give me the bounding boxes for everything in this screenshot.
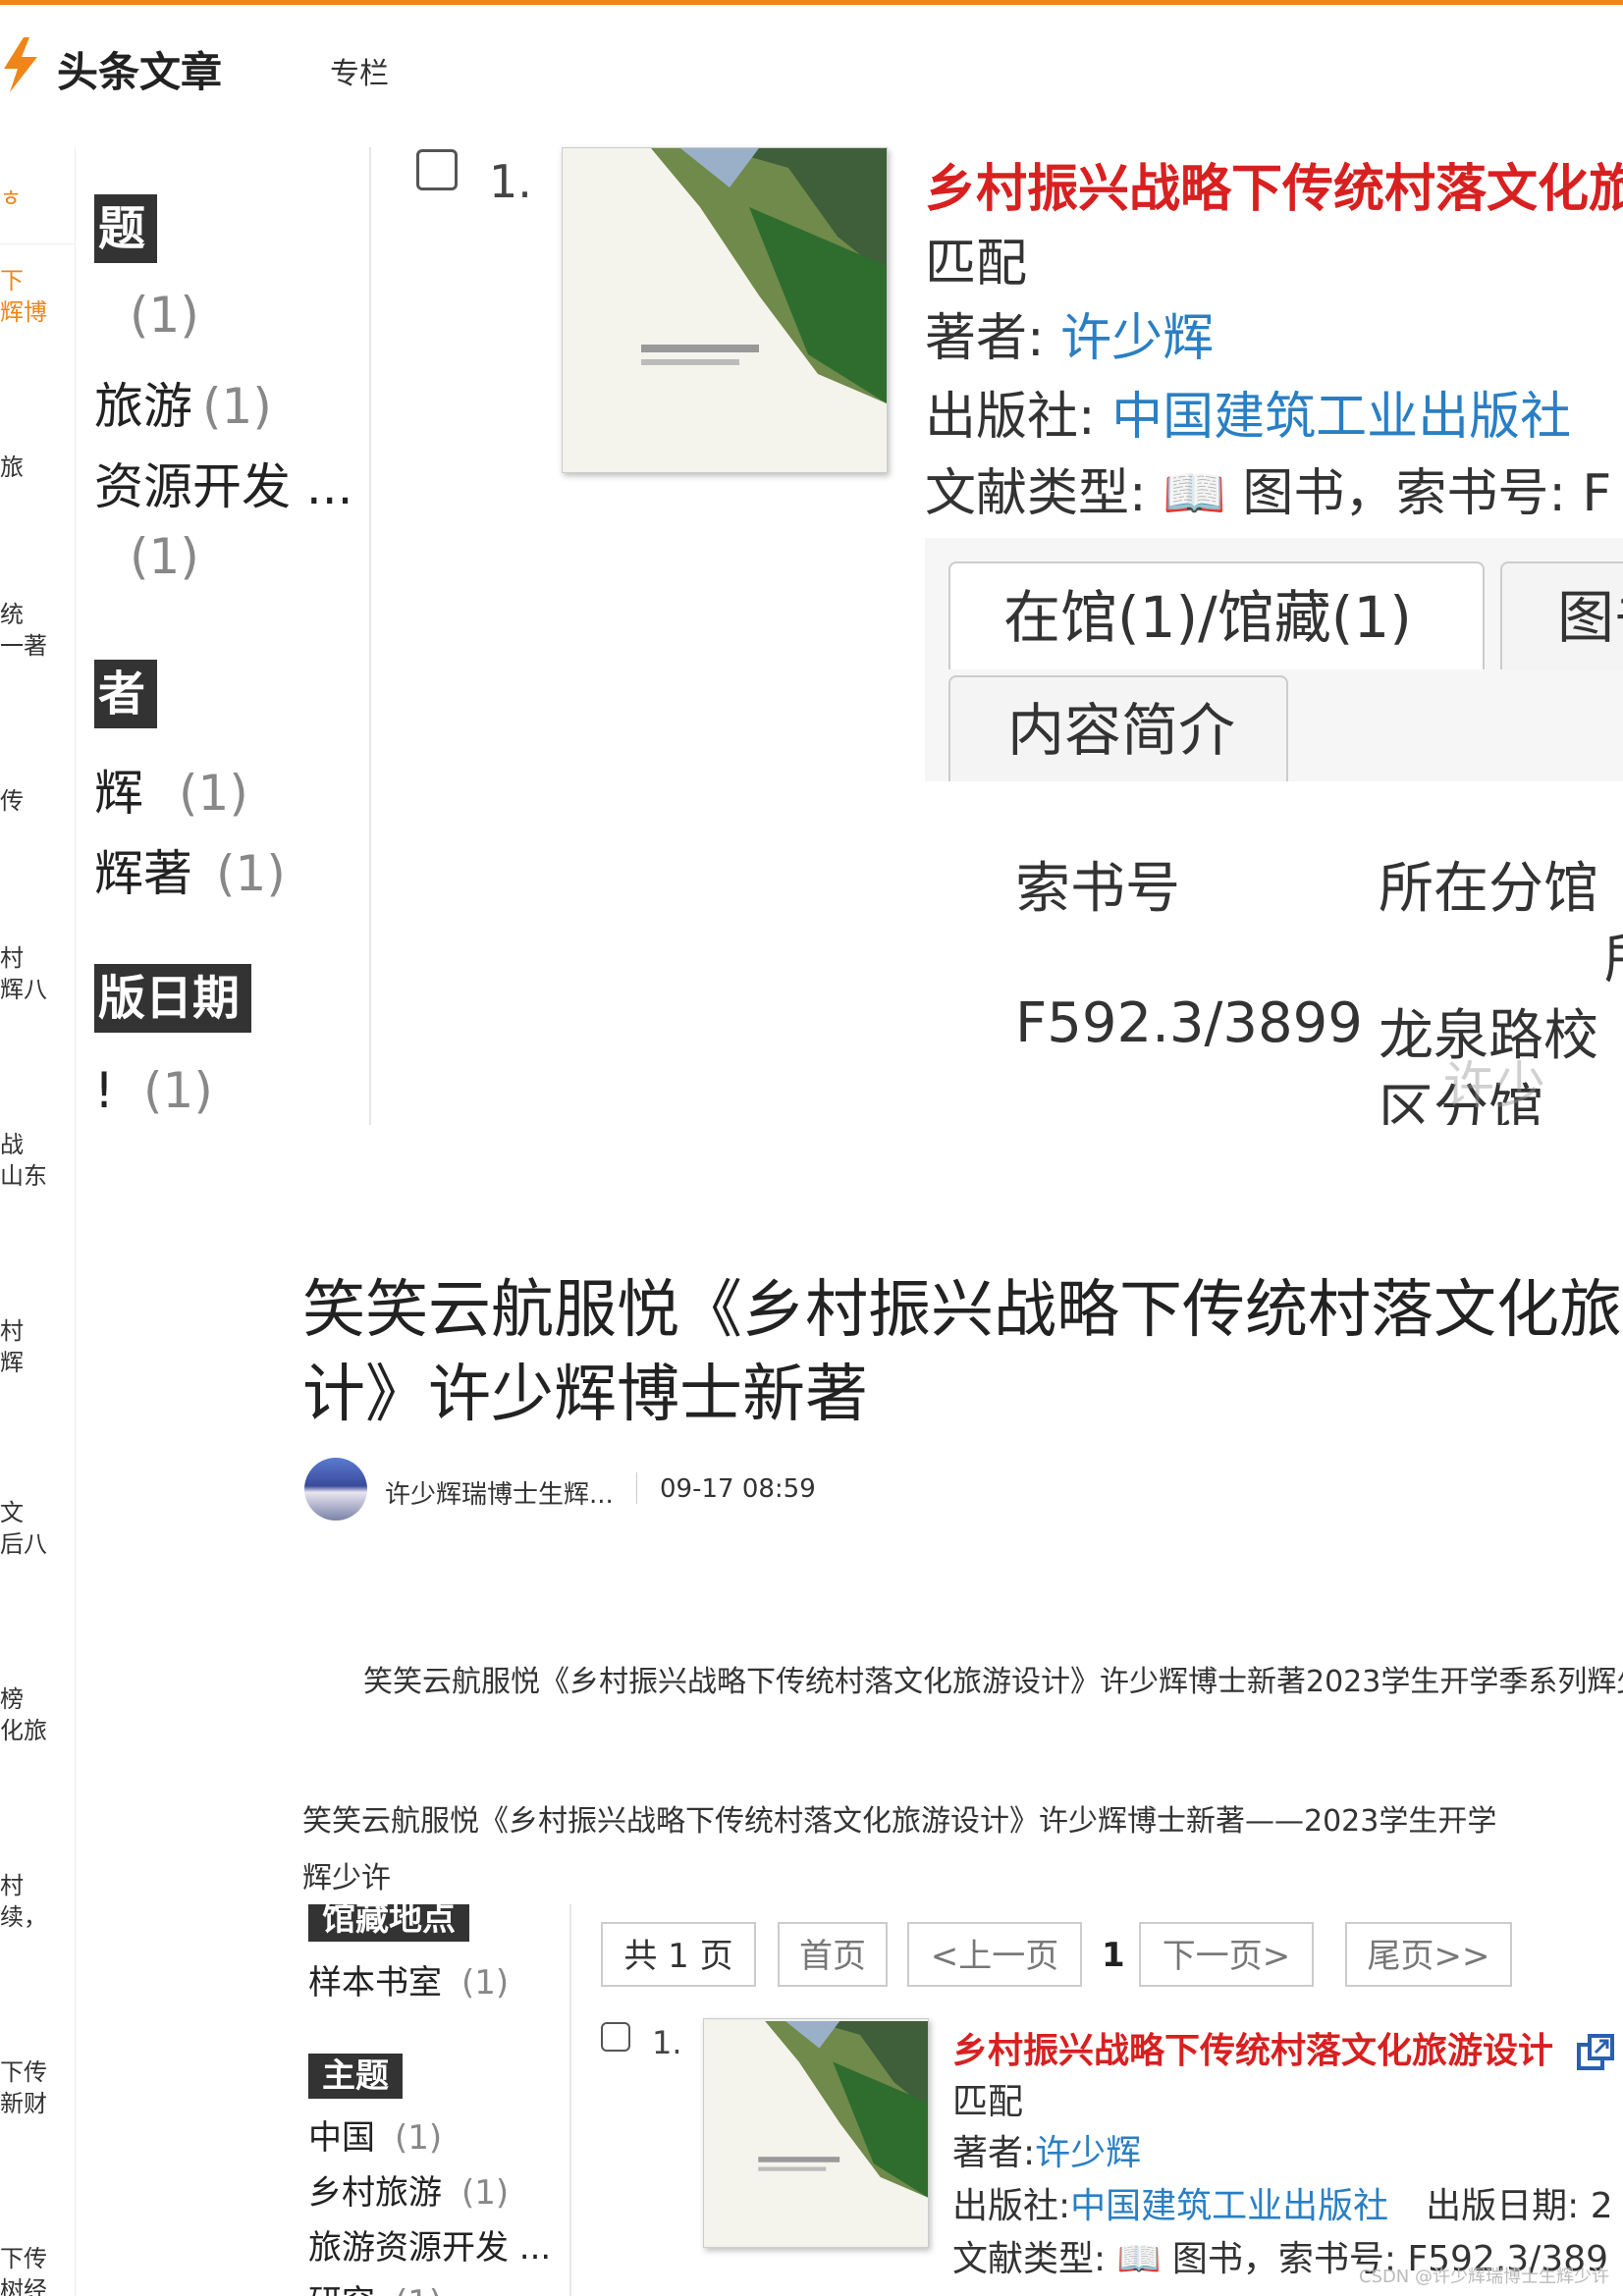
article-list-item[interactable]: 山东 — [0, 1160, 47, 1192]
article-list-item[interactable]: 村 — [0, 1870, 24, 1901]
doc-type-line: 文献类型: 📖 图书，索书号: F — [925, 464, 1612, 523]
article-list-item[interactable]: 化旅 — [0, 1715, 47, 1746]
record-title-link[interactable]: 乡村振兴战略下传统村落文化旅 — [925, 147, 1623, 221]
facet-heading-pubdate: 版日期 — [94, 964, 252, 1033]
record-number: 1. — [489, 155, 532, 208]
article-list-item[interactable]: 树经 — [0, 2274, 47, 2296]
book-cover-art — [563, 148, 887, 472]
article-list-item[interactable]: 一著 — [0, 630, 47, 662]
publisher-link[interactable]: 中国建筑工业出版社 — [1070, 2186, 1388, 2226]
top-accent-bar — [0, 0, 1623, 5]
article-list-item[interactable]: 续， — [0, 1901, 47, 1933]
column-header-callno: 索书号 — [1015, 857, 1180, 921]
book-cover-image[interactable] — [703, 2018, 929, 2248]
current-page: 1 — [1102, 1936, 1125, 1975]
tab-holdings[interactable]: 在馆(1)/馆藏(1) — [948, 561, 1485, 669]
article-list-strip: ㅎ下辉博旅统一著传村辉八战山东村辉文后八榜化旅村续， 下传 新财 下传 树经 — [0, 147, 76, 2296]
article-list-item[interactable]: 文 — [0, 1497, 24, 1528]
facet-heading-subject: 主题 — [308, 2054, 403, 2099]
column-header-branch: 所在分馆 — [1379, 857, 1598, 921]
facet-item[interactable]: 乡村旅游 (1) — [308, 2165, 509, 2214]
lightning-icon — [4, 37, 37, 92]
article-list-item[interactable]: 村 — [0, 942, 24, 974]
facet-column-bottom: 馆藏地点 样本书室 (1) 主题 中国 (1) 乡村旅游 (1) 旅游资源开发 ...… — [295, 1904, 571, 2296]
pubdate-label: 出版日期: 2 — [1426, 2186, 1613, 2226]
author-link[interactable]: 许少辉 — [1060, 309, 1214, 368]
author-line: 著者: 许少辉 — [925, 309, 1215, 368]
article-title: 笑笑云航服悦《乡村振兴战略下传统村落文化旅游 计》许少辉博士新著 — [302, 1274, 1623, 1431]
page-total: 共 1 页 — [601, 1922, 756, 1987]
column-header-extra: 所 — [1604, 915, 1623, 994]
author-link[interactable]: 许少辉 — [1035, 2133, 1141, 2173]
article-list-item[interactable]: 新财 — [0, 2088, 47, 2119]
article-list-item[interactable]: ㅎ — [0, 183, 22, 214]
publisher-link[interactable]: 中国建筑工业出版社 — [1111, 388, 1571, 447]
author-name[interactable]: 许少辉瑞博士生辉... — [385, 1474, 614, 1511]
match-label: 匹配 — [925, 235, 1028, 294]
article-list-item[interactable]: 后八 — [0, 1528, 47, 1560]
facet-heading-subject: 题 — [94, 194, 158, 263]
article-list-item[interactable]: 村 — [0, 1315, 24, 1347]
facet-item[interactable]: 辉著 (1) — [94, 834, 286, 905]
record-title-link[interactable]: 乡村振兴战略下传统村落文化旅游设计 — [952, 2022, 1615, 2073]
image-watermark: 许少 — [1443, 1057, 1546, 1116]
facet-item[interactable]: 研究(1) — [308, 2275, 442, 2296]
book-cover-art — [704, 2021, 928, 2245]
facet-item[interactable]: 辉 (1) — [94, 754, 248, 825]
facet-item[interactable]: 资源开发 ... — [94, 448, 353, 518]
article-list-item[interactable]: 辉八 — [0, 974, 47, 1005]
article-list-item[interactable]: 战 — [0, 1129, 24, 1160]
prev-page-button[interactable]: <上一页 — [907, 1922, 1082, 1987]
book-cover-image[interactable] — [562, 147, 888, 473]
facet-item[interactable]: 样本书室 (1) — [308, 1955, 509, 2003]
author-avatar[interactable] — [304, 1458, 367, 1521]
article-list-item[interactable]: 传 — [0, 785, 24, 817]
article-list-item[interactable]: 下传 — [0, 2056, 47, 2088]
external-link-icon[interactable] — [1576, 2033, 1615, 2072]
facet-item[interactable]: 中国 (1) — [308, 2110, 442, 2159]
article-paragraph: 笑笑云航服悦《乡村振兴战略下传统村落文化旅游设计》许少辉博士新著——2023学生… — [302, 1804, 1497, 1839]
article-list-item[interactable]: 下 — [0, 265, 24, 296]
publish-date: 09-17 08:59 — [660, 1474, 816, 1504]
facet-item[interactable]: (1) — [94, 528, 199, 585]
facet-item[interactable]: 旅游资源开发 ... — [308, 2220, 551, 2269]
publisher-line: 出版社:中国建筑工业出版社 出版日期: 2 — [952, 2186, 1613, 2226]
author-line: 著者:许少辉 — [952, 2133, 1142, 2173]
article-list-item[interactable]: 下传 — [0, 2243, 47, 2274]
facet-item[interactable]: ! (1) — [94, 1062, 213, 1119]
next-page-button[interactable]: 下一页> — [1139, 1922, 1314, 1987]
article-list-item[interactable]: 统 — [0, 599, 24, 630]
record-checkbox[interactable] — [416, 149, 458, 190]
facet-item[interactable]: 旅游 (1) — [94, 367, 272, 438]
article-list-item[interactable]: 榜 — [0, 1683, 24, 1715]
nav-zhuanlan[interactable]: 专栏 — [330, 49, 389, 92]
first-page-button[interactable]: 首页 — [778, 1922, 888, 1987]
meta-divider — [636, 1472, 637, 1504]
article-list-item[interactable]: 旅 — [0, 452, 24, 483]
last-page-button[interactable]: 尾页>> — [1345, 1922, 1512, 1987]
logo-text[interactable]: 头条文章 — [57, 39, 222, 99]
facet-column-top: 题 (1) 旅游 (1) 资源开发 ... (1) 者 辉 (1) 辉著 (1) 版日… — [94, 147, 371, 1125]
record-number: 1. — [652, 2024, 682, 2061]
article-paragraph: 笑笑云航服悦《乡村振兴战略下传统村落文化旅游设计》许少辉博士新著2023学生开学… — [363, 1665, 1623, 1699]
article-paragraph: 辉少许 — [302, 1861, 391, 1896]
tab-book[interactable]: 图书 — [1500, 561, 1623, 669]
publisher-line: 出版社: 中国建筑工业出版社 — [925, 388, 1572, 447]
record-checkbox[interactable] — [601, 2022, 630, 2052]
article-list-item[interactable]: 辉博 — [0, 296, 47, 328]
facet-item[interactable]: (1) — [94, 287, 199, 344]
holding-callno: F592.3/3899 — [1015, 991, 1363, 1055]
csdn-watermark: CSDN @许少辉瑞博士生辉少许 — [1358, 2267, 1609, 2287]
strip-divider — [0, 243, 75, 244]
facet-heading-location: 馆藏地点 — [308, 1904, 469, 1942]
facet-heading-author: 者 — [94, 660, 158, 728]
article-list-item[interactable]: 辉 — [0, 1347, 24, 1378]
match-label: 匹配 — [952, 2082, 1024, 2122]
tab-summary[interactable]: 内容简介 — [948, 675, 1288, 781]
